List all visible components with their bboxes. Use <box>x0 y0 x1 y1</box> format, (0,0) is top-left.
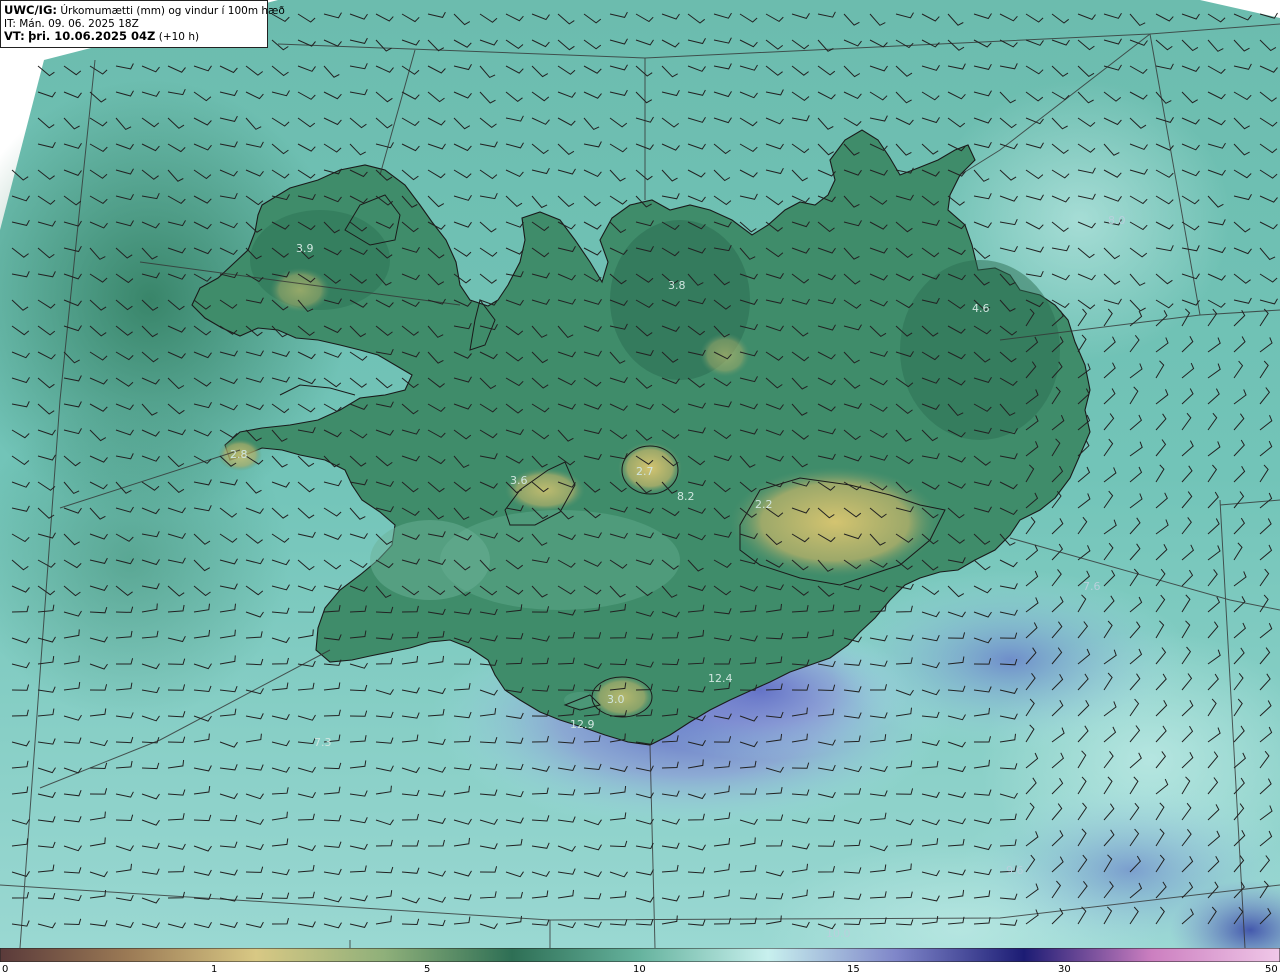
value-label: 7.6 <box>1083 580 1101 593</box>
valid-time-label: VT: <box>4 29 25 43</box>
init-time-label: IT: <box>4 17 16 30</box>
value-label: 8.2 <box>677 490 695 503</box>
info-box: UWC/IG: Úrkomumætti (mm) og vindur í 100… <box>0 0 285 48</box>
title-row: UWC/IG: Úrkomumætti (mm) og vindur í 100… <box>4 3 285 18</box>
model-label: UWC/IG: <box>4 3 57 17</box>
value-label: 4.6 <box>972 302 990 315</box>
value-label: 3.6 <box>510 474 528 487</box>
colorbar-tick: 0 <box>2 964 9 975</box>
value-label: 10.0 <box>826 927 851 940</box>
colorbar-tick: 1 <box>211 964 218 975</box>
colorbar-tick: 30 <box>1058 964 1071 975</box>
value-label: 12.4 <box>708 672 733 685</box>
value-label: 2.8 <box>230 448 248 461</box>
valid-time-value: þri. 10.06.2025 04Z <box>28 29 156 43</box>
value-label: 2.7 <box>636 465 654 478</box>
colorbar <box>0 948 1280 962</box>
init-time-value: Mán. 09. 06. 2025 18Z <box>19 17 139 30</box>
value-label: 2.2 <box>755 498 773 511</box>
value-label: 3.9 <box>296 242 314 255</box>
colorbar-tick: 15 <box>847 964 860 975</box>
colorbar-tick: 5 <box>424 964 431 975</box>
value-label: 3.8 <box>668 279 686 292</box>
valid-time-offset: (+10 h) <box>158 31 200 43</box>
colorbar-tick: 50 <box>1265 964 1278 975</box>
value-label: 12.9 <box>570 718 595 731</box>
value-label: 9.6 <box>1006 864 1024 877</box>
dry-area-vatnajokull <box>730 467 940 577</box>
map-title: Úrkomumætti (mm) og vindur í 100m hæð <box>60 5 285 17</box>
valid-time-row: VT: þri. 10.06.2025 04Z (+10 h) <box>4 30 264 44</box>
precipitation-wind-map: 3.9 3.8 4.6 8.0 2.8 3.6 2.7 8.2 2.2 7.6 … <box>0 0 1280 948</box>
value-label: 8.0 <box>1108 214 1126 227</box>
colorbar-tick: 10 <box>633 964 646 975</box>
value-label: 7.3 <box>314 736 332 749</box>
value-label: 3.0 <box>607 693 625 706</box>
